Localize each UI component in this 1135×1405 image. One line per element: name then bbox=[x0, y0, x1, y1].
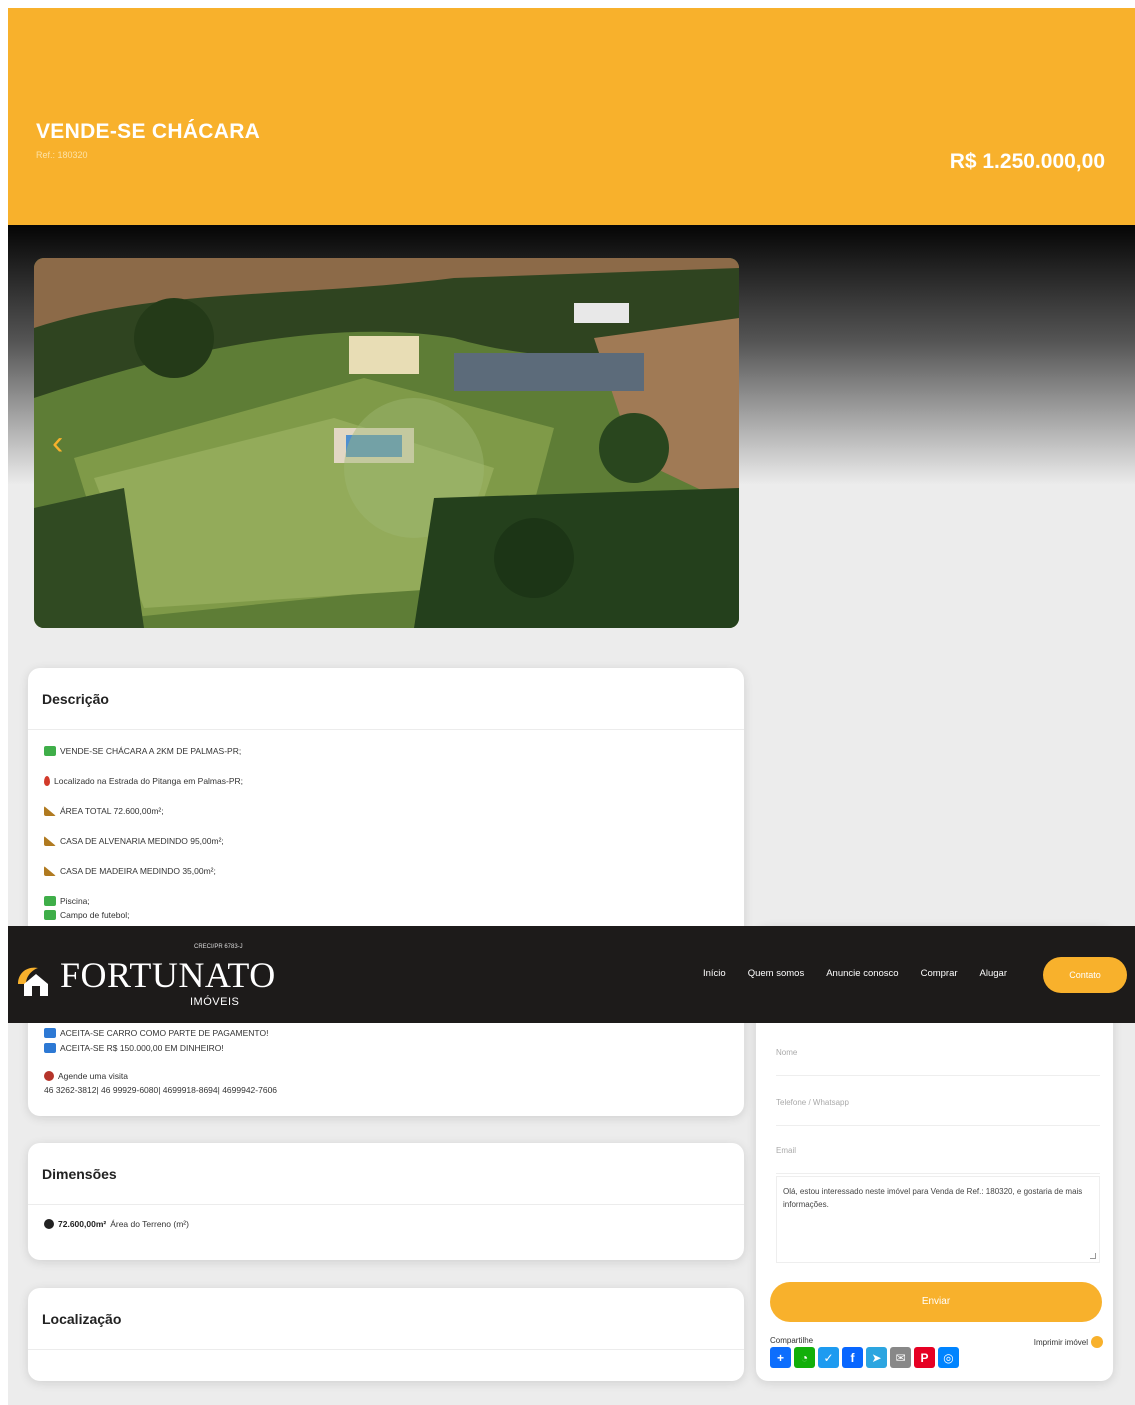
nav-link-quem-somos[interactable]: Quem somos bbox=[748, 968, 805, 979]
whatsapp-icon[interactable]: ◔ bbox=[794, 1347, 815, 1368]
message-textarea[interactable]: Olá, estou interessado neste imóvel para… bbox=[776, 1176, 1100, 1263]
ruler-icon bbox=[44, 836, 56, 846]
print-icon bbox=[1091, 1336, 1103, 1348]
property-price: R$ 1.250.000,00 bbox=[949, 150, 1105, 173]
logo-creci: CRECI/PR 6783-J bbox=[194, 944, 243, 950]
share-add-icon[interactable]: + bbox=[770, 1347, 791, 1368]
check-icon bbox=[44, 896, 56, 906]
description-heading: Descrição bbox=[28, 668, 744, 730]
payment-item: ACEITA-SE CARRO COMO PARTE DE PAGAMENTO! bbox=[44, 1028, 277, 1038]
logo-subtitle: IMÓVEIS bbox=[190, 996, 240, 1008]
chevron-left-icon[interactable]: ‹ bbox=[52, 426, 63, 460]
site-navbar: CRECI/PR 6783-J FORTUNATO IMÓVEIS Início… bbox=[8, 926, 1135, 1023]
pin-icon bbox=[44, 776, 50, 786]
dimension-label: Área do Terreno (m²) bbox=[110, 1219, 189, 1229]
dimensions-heading: Dimensões bbox=[28, 1143, 744, 1205]
page-frame: VENDE-SE CHÁCARA Ref.: 180320 R$ 1.250.0… bbox=[8, 8, 1135, 1405]
visit-phones: 46 3262-3812| 46 99929-6080| 4699918-869… bbox=[44, 1085, 278, 1095]
description-item: ÁREA TOTAL 72.600,00m²; bbox=[44, 806, 728, 816]
info-icon bbox=[44, 1043, 56, 1053]
description-item: CASA DE ALVENARIA MEDINDO 95,00m²; bbox=[44, 836, 728, 846]
description-item: CASA DE MADEIRA MEDINDO 35,00m²; bbox=[44, 866, 728, 876]
location-heading: Localização bbox=[28, 1288, 744, 1350]
area-icon bbox=[44, 1219, 54, 1229]
facebook-icon[interactable]: f bbox=[842, 1347, 863, 1368]
print-label: Imprimir imóvel bbox=[1033, 1337, 1088, 1347]
email-input[interactable]: Email bbox=[776, 1138, 1100, 1174]
phone-icon bbox=[44, 1071, 54, 1081]
name-input[interactable]: Nome bbox=[776, 1038, 1100, 1076]
logo-name: FORTUNATO bbox=[60, 955, 276, 995]
dimension-row: 72.600,00m² Área do Terreno (m²) bbox=[28, 1205, 744, 1243]
description-item: Piscina; bbox=[44, 896, 728, 906]
property-photo-carousel[interactable]: ‹ bbox=[34, 258, 739, 628]
house-logo-icon bbox=[18, 967, 48, 996]
description-item: Localizado na Estrada do Pitanga em Palm… bbox=[44, 776, 728, 786]
send-button[interactable]: Enviar bbox=[770, 1282, 1102, 1322]
description-card: Descrição VENDE-SE CHÁCARA A 2KM DE PALM… bbox=[28, 668, 744, 1116]
twitter-icon[interactable]: ✓ bbox=[818, 1347, 839, 1368]
phone-input[interactable]: Telefone / Whatsapp bbox=[776, 1088, 1100, 1126]
info-icon bbox=[44, 1028, 56, 1038]
contact-button[interactable]: Contato bbox=[1043, 957, 1127, 993]
description-list: VENDE-SE CHÁCARA A 2KM DE PALMAS-PR; Loc… bbox=[28, 730, 744, 920]
property-header: VENDE-SE CHÁCARA Ref.: 180320 R$ 1.250.0… bbox=[8, 8, 1135, 225]
ruler-icon bbox=[44, 806, 56, 816]
property-photo bbox=[34, 258, 739, 628]
dimension-value: 72.600,00m² bbox=[58, 1219, 107, 1229]
check-icon bbox=[44, 746, 56, 756]
share-buttons: + ◔ ✓ f ➤ ✉ P ◎ bbox=[770, 1347, 959, 1368]
property-title: VENDE-SE CHÁCARA bbox=[36, 120, 261, 143]
description-item: VENDE-SE CHÁCARA A 2KM DE PALMAS-PR; bbox=[44, 746, 728, 756]
check-icon bbox=[44, 910, 56, 920]
ruler-icon bbox=[44, 866, 56, 876]
pinterest-icon[interactable]: P bbox=[914, 1347, 935, 1368]
payment-list: ACEITA-SE CARRO COMO PARTE DE PAGAMENTO!… bbox=[44, 1028, 277, 1095]
nav-link-anuncie[interactable]: Anuncie conosco bbox=[826, 968, 898, 979]
nav-link-comprar[interactable]: Comprar bbox=[921, 968, 958, 979]
email-icon[interactable]: ✉ bbox=[890, 1347, 911, 1368]
nav-link-inicio[interactable]: Início bbox=[703, 968, 726, 979]
payment-item: ACEITA-SE R$ 150.000,00 EM DINHEIRO! bbox=[44, 1043, 277, 1053]
visit-label: Agende uma visita bbox=[44, 1071, 277, 1081]
dimensions-card: Dimensões 72.600,00m² Área do Terreno (m… bbox=[28, 1143, 744, 1260]
fortunato-logo[interactable]: CRECI/PR 6783-J FORTUNATO IMÓVEIS bbox=[14, 940, 276, 1010]
property-reference: Ref.: 180320 bbox=[36, 150, 88, 160]
location-card: Localização bbox=[28, 1288, 744, 1381]
messenger-icon[interactable]: ◎ bbox=[938, 1347, 959, 1368]
telegram-icon[interactable]: ➤ bbox=[866, 1347, 887, 1368]
nav-link-alugar[interactable]: Alugar bbox=[980, 968, 1007, 979]
main-menu: Início Quem somos Anuncie conosco Compra… bbox=[703, 968, 1007, 979]
share-label: Compartilhe bbox=[770, 1336, 814, 1345]
print-button[interactable]: Imprimir imóvel bbox=[1034, 1336, 1103, 1348]
description-item: Campo de futebol; bbox=[44, 910, 728, 920]
